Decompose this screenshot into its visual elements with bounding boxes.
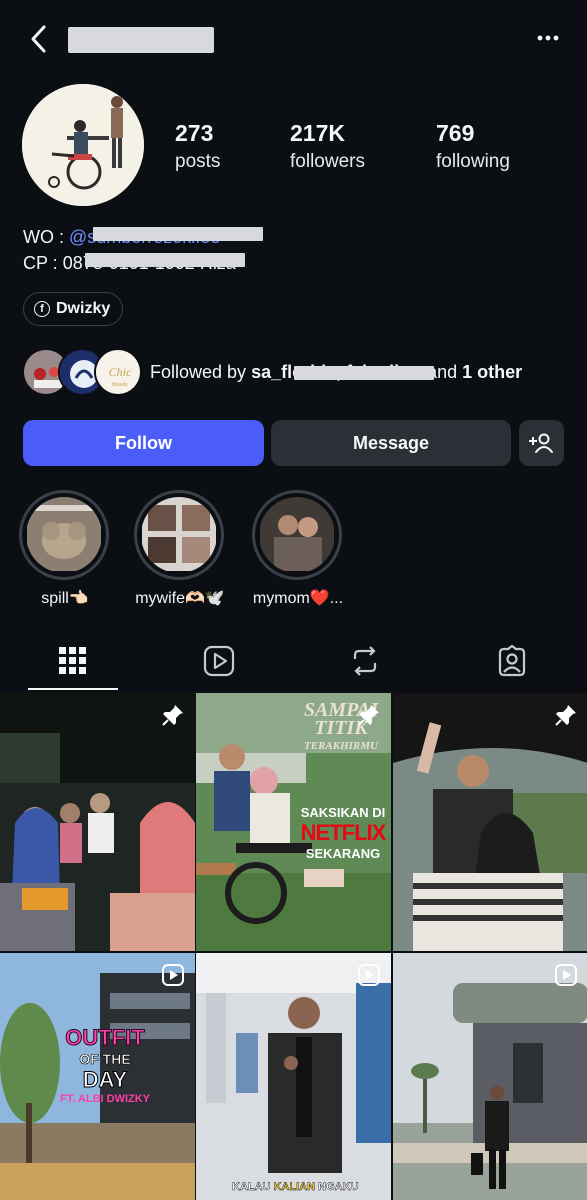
story-highlight-mywife[interactable]: mywife🫶🏻🕊️: [134, 490, 226, 608]
message-button[interactable]: Message: [271, 420, 511, 466]
overlay-line: OUTFIT: [65, 1025, 145, 1051]
bio: WO : @sumberrezeki.88 CP : 0878-0101-100…: [23, 224, 263, 276]
reel-icon: [162, 964, 184, 986]
followed-by-prefix: Followed by: [150, 362, 252, 382]
posts-stat: 273 posts: [175, 120, 220, 173]
poster-title-line: TERAKHIRMU: [304, 740, 378, 752]
reel-overlay-text: OUTFIT OF THE DAY FT. ALBI DWIZKY: [30, 1025, 180, 1106]
caption-part: KALAU: [232, 1181, 274, 1193]
tab-posts-grid[interactable]: [14, 632, 132, 690]
pin-icon: [555, 705, 576, 726]
followers-count: 217K: [290, 120, 345, 146]
overlay-line: FT. ALBI DWIZKY: [59, 1093, 151, 1105]
more-options-icon[interactable]: [535, 26, 561, 50]
pin-icon: [358, 705, 379, 726]
followers-stat[interactable]: 217K followers: [290, 120, 365, 173]
overlay-line: OF THE: [79, 1051, 131, 1068]
reel-icon: [555, 964, 577, 986]
post-thumbnail[interactable]: [0, 693, 195, 951]
poster-cta-line: SAKSIKAN DI: [300, 805, 386, 820]
top-bar: [0, 0, 587, 80]
follow-button[interactable]: Follow: [23, 420, 264, 466]
poster-cta: SAKSIKAN DI NETFLIX SEKARANG: [300, 805, 387, 861]
reel-caption: KALAU KALIAN NGAKU: [232, 1181, 359, 1193]
highlight-cover: [259, 497, 335, 573]
reposts-icon: [353, 646, 377, 676]
highlight-label: mymom❤️...: [252, 590, 344, 607]
post-thumbnail[interactable]: [393, 693, 587, 951]
posts-label: posts: [175, 151, 221, 172]
suggest-users-button[interactable]: [519, 420, 564, 466]
poster-cta-line: SEKARANG: [305, 846, 381, 861]
post-thumbnail[interactable]: SAMPAI TITIK TERAKHIRMU SAKSIKAN DI NETF…: [196, 693, 391, 951]
bio-line-cp: CP : 0878-0101-1002 Riza: [23, 250, 245, 276]
grid-icon: [59, 647, 86, 674]
caption-part: NGAKU: [315, 1181, 359, 1193]
svg-text:Chic: Chic: [109, 365, 132, 379]
follower-avatar: Chic Beauty: [94, 348, 142, 396]
bio-line-wo: WO : @sumberrezeki.88: [23, 224, 263, 250]
reel-thumbnail[interactable]: OUTFIT OF THE DAY FT. ALBI DWIZKY: [0, 953, 195, 1200]
reel-thumbnail[interactable]: [393, 953, 587, 1200]
posts-grid: SAMPAI TITIK TERAKHIRMU SAKSIKAN DI NETF…: [0, 693, 587, 1200]
back-icon[interactable]: [26, 22, 52, 56]
highlight-label: mywife🫶🏻🕊️: [135, 590, 225, 607]
bio-cp-prefix: CP :: [23, 253, 63, 273]
following-count: 769: [436, 120, 475, 146]
following-label: following: [436, 151, 510, 172]
netflix-logo-text: NETFLIX: [300, 820, 387, 845]
caption-part-highlight: KALIAN: [273, 1181, 316, 1193]
redaction-bar: [93, 227, 263, 241]
facebook-link-chip[interactable]: f Dwizky: [23, 292, 124, 326]
add-user-icon: [528, 433, 553, 453]
pin-icon: [162, 705, 183, 726]
tab-reels[interactable]: [160, 632, 278, 690]
reels-icon: [203, 645, 235, 677]
following-stat[interactable]: 769 following: [436, 120, 510, 173]
followed-by-other[interactable]: 1 other: [462, 362, 522, 382]
tab-tagged[interactable]: [453, 632, 571, 690]
story-highlight-spill[interactable]: spill👈🏻: [19, 490, 111, 608]
followed-by-text: Followed by sa_florida, fahmihar and 1 o…: [150, 362, 522, 383]
highlight-cover: [26, 497, 102, 573]
facebook-chip-label: Dwizky: [56, 300, 111, 317]
followers-label: followers: [290, 151, 365, 172]
facebook-icon: f: [34, 301, 50, 317]
redaction-bar: [294, 366, 434, 380]
tab-reposts[interactable]: [306, 632, 424, 690]
reel-icon: [358, 964, 380, 986]
profile-avatar[interactable]: [22, 84, 144, 206]
followed-by-row[interactable]: Chic Beauty Followed by sa_florida, fahmi…: [22, 348, 582, 398]
profile-tabs: [0, 632, 587, 692]
reel-thumbnail[interactable]: KALAU KALIAN NGAKU: [196, 953, 391, 1200]
svg-text:Beauty: Beauty: [112, 382, 128, 388]
overlay-line: DAY: [82, 1067, 128, 1093]
tagged-icon: [498, 645, 526, 677]
redaction-bar: [85, 253, 245, 267]
highlight-label: spill👈🏻: [41, 590, 89, 607]
story-highlight-mymom[interactable]: mymom❤️...: [252, 490, 344, 608]
posts-count: 273: [175, 120, 214, 146]
username-redacted: [68, 27, 214, 53]
highlight-cover: [141, 497, 217, 573]
bio-wo-prefix: WO :: [23, 227, 69, 247]
selected-tab-indicator: [28, 688, 118, 690]
